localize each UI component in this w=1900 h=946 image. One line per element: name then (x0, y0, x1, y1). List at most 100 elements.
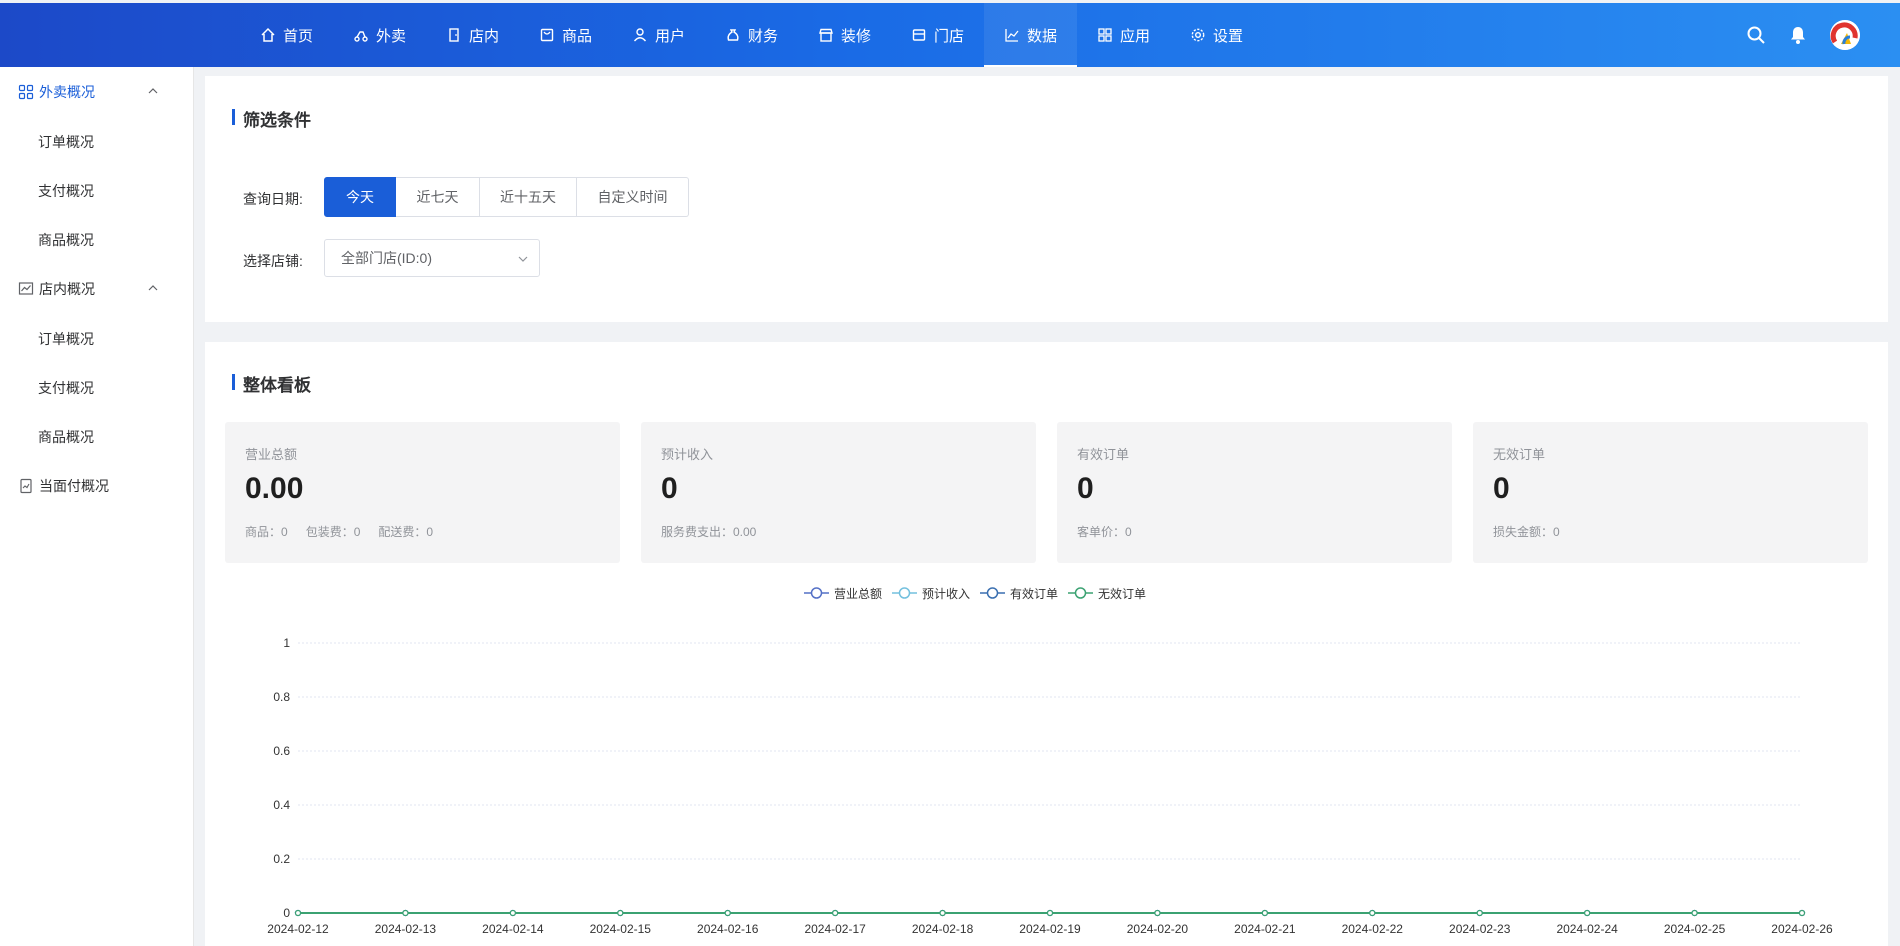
sidebar-group-label: 当面付概况 (39, 478, 109, 494)
bell-icon[interactable] (1788, 25, 1808, 45)
data-point[interactable] (1369, 909, 1376, 917)
stat-value: 0 (1493, 472, 1510, 505)
legend-label: 营业总额 (833, 586, 882, 601)
legend-label: 无效订单 (1098, 586, 1147, 601)
gear-icon (1190, 27, 1206, 43)
nav-item-label: 装修 (840, 27, 871, 45)
legend-item[interactable]: 无效订单 (1068, 583, 1146, 603)
sidebar-item[interactable]: 订单概况 (0, 117, 193, 166)
stat-label: 预计收入 (661, 447, 714, 462)
data-point[interactable] (724, 909, 731, 917)
data-point[interactable] (402, 909, 409, 917)
x-tick-label: 2024-02-20 (1127, 922, 1189, 936)
nav-item-label: 财务 (747, 27, 778, 45)
stat-sub-item: 损失金额：0 (1493, 525, 1560, 539)
legend-marker-icon (803, 587, 829, 599)
data-point[interactable] (294, 909, 302, 917)
sidebar-item[interactable]: 商品概况 (0, 215, 193, 264)
nav-item-door[interactable]: 店内 (426, 3, 519, 67)
x-tick-label: 2024-02-21 (1234, 922, 1296, 936)
nav-item-grid[interactable]: 应用 (1077, 3, 1170, 67)
date-option-button[interactable]: 近七天 (396, 177, 480, 217)
nav-item-home[interactable]: 首页 (240, 3, 333, 67)
scooter-icon (353, 27, 369, 43)
nav-item-label: 首页 (282, 27, 313, 45)
legend-item[interactable]: 预计收入 (891, 583, 970, 603)
nav-item-label: 设置 (1212, 27, 1243, 45)
data-point[interactable] (1798, 909, 1806, 917)
x-tick-label: 2024-02-17 (804, 922, 866, 936)
sidebar-item[interactable]: 订单概况 (0, 314, 193, 363)
stat-label: 营业总额 (245, 447, 298, 462)
legend-item[interactable]: 营业总额 (803, 583, 882, 603)
legend-item[interactable]: 有效订单 (980, 583, 1058, 603)
y-tick-label: 0.8 (273, 690, 290, 704)
data-point[interactable] (1476, 909, 1483, 917)
nav-item-label: 用户 (654, 27, 685, 45)
sidebar-group-0[interactable]: 外卖概况 (0, 67, 193, 117)
home-icon (260, 27, 276, 43)
sidebar-item[interactable]: 支付概况 (0, 363, 193, 412)
search-icon[interactable] (1746, 25, 1766, 45)
nav-item-product[interactable]: 商品 (519, 3, 612, 67)
stat-card: 有效订单 0 客单价：0 (1057, 422, 1452, 563)
stat-sub: 商品：0 包装费：0 配送费：0 (245, 523, 451, 540)
date-option-button[interactable]: 今天 (324, 177, 396, 217)
nav-item-gear[interactable]: 设置 (1170, 3, 1263, 67)
stat-sub: 损失金额：0 (1493, 523, 1578, 540)
legend-label: 预计收入 (921, 586, 970, 601)
nav-item-user[interactable]: 用户 (612, 3, 705, 67)
legend-marker-icon (980, 587, 1005, 599)
shop-icon (911, 27, 927, 43)
data-point[interactable] (1261, 909, 1268, 917)
chevron-down-icon (517, 253, 529, 265)
data-point[interactable] (1154, 909, 1161, 917)
stat-card: 营业总额 0.00 商品：0 包装费：0 配送费：0 (225, 422, 620, 563)
data-point[interactable] (1691, 909, 1698, 917)
avatar[interactable] (1830, 20, 1860, 50)
date-option-button[interactable]: 自定义时间 (577, 177, 689, 217)
nav-item-line-chart[interactable]: 数据 (984, 3, 1077, 67)
x-tick-label: 2024-02-13 (375, 922, 437, 936)
sidebar-group-label: 外卖概况 (39, 84, 95, 100)
top-navbar: 首页 外卖 店内 商品 用户 财务 装修 门店 数据 应用 设置 (0, 3, 1900, 67)
store-label: 选择店铺: (243, 253, 303, 269)
data-point[interactable] (939, 909, 946, 917)
user-icon (632, 27, 648, 43)
stat-card: 预计收入 0 服务费支出：0.00 (641, 422, 1036, 563)
stat-card: 无效订单 0 损失金额：0 (1473, 422, 1868, 563)
sidebar-group-1[interactable]: 店内概况 (0, 264, 193, 314)
y-tick-label: 0.2 (273, 852, 290, 866)
stat-label: 无效订单 (1493, 447, 1546, 462)
sidebar: 外卖概况 订单概况 支付概况 商品概况 店内概况 订单概况 支付概况 商品概况 当面付概况 (0, 67, 194, 946)
nav-item-shop[interactable]: 门店 (891, 3, 984, 67)
data-point[interactable] (617, 909, 624, 917)
data-point[interactable] (509, 909, 516, 917)
sidebar-group-2[interactable]: 当面付概况 (0, 461, 193, 511)
x-tick-label: 2024-02-26 (1771, 922, 1833, 936)
nav-item-scooter[interactable]: 外卖 (333, 3, 426, 67)
nav-item-money-bag[interactable]: 财务 (705, 3, 798, 67)
legend-label: 有效订单 (1010, 586, 1059, 601)
nav-item-store-front[interactable]: 装修 (798, 3, 891, 67)
date-range-segment: 今天 近七天 近十五天 自定义时间 (324, 177, 689, 217)
chart-box-icon (18, 281, 34, 297)
sidebar-item[interactable]: 支付概况 (0, 166, 193, 215)
nav-item-label: 应用 (1119, 27, 1150, 45)
stat-label: 有效订单 (1077, 447, 1130, 462)
y-tick-label: 1 (283, 636, 290, 650)
report-icon (18, 478, 34, 494)
data-point[interactable] (1584, 909, 1591, 917)
data-point[interactable] (832, 909, 839, 917)
date-option-button[interactable]: 近十五天 (480, 177, 577, 217)
chevron-up-icon (147, 282, 159, 294)
legend-marker-icon (1068, 587, 1094, 599)
store-select[interactable]: 全部门店(ID:0) (324, 239, 540, 277)
grid-icon (18, 84, 34, 100)
data-point[interactable] (1046, 909, 1054, 917)
stat-value: 0 (1077, 472, 1094, 505)
sidebar-item[interactable]: 商品概况 (0, 412, 193, 461)
y-tick-label: 0.4 (273, 798, 290, 812)
stat-sub-item: 服务费支出：0.00 (661, 525, 757, 539)
legend-marker-icon (891, 587, 917, 599)
